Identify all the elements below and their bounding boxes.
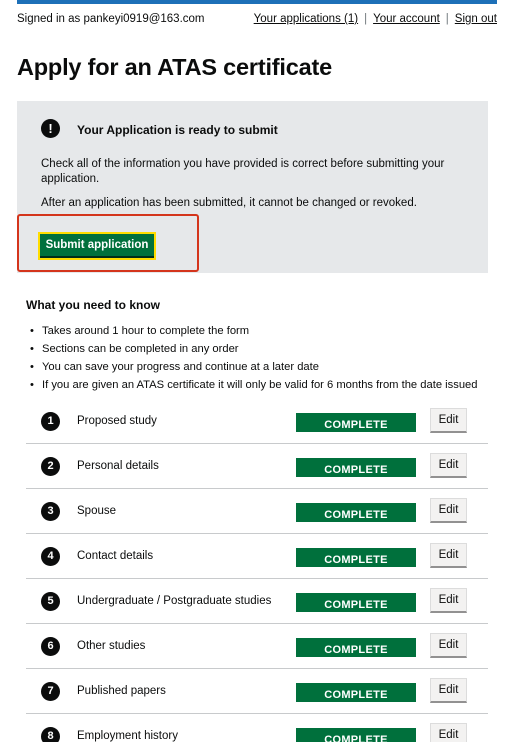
edit-button[interactable]: Edit (430, 633, 467, 658)
signed-in-text: Signed in as pankeyi0919@163.com (17, 13, 205, 25)
step-number: 8 (41, 727, 60, 742)
account-nav: Your applications (1) | Your account | S… (254, 13, 497, 25)
task-label: Spouse (77, 505, 117, 517)
task-row-proposed-study: 1 Proposed study COMPLETE Edit (26, 399, 488, 444)
nav-separator: | (364, 13, 368, 25)
brand-bar (17, 0, 497, 4)
task-label: Employment history (77, 730, 178, 742)
task-row-contact-details: 4 Contact details COMPLETE Edit (26, 534, 488, 579)
notice-warning-text: After an application has been submitted,… (41, 197, 417, 209)
task-label: Proposed study (77, 415, 157, 427)
task-row-personal-details: 2 Personal details COMPLETE Edit (26, 444, 488, 489)
task-row-other-studies: 6 Other studies COMPLETE Edit (26, 624, 488, 669)
notice-check-text: Check all of the information you have pr… (41, 158, 445, 185)
task-label: Contact details (77, 550, 154, 562)
page-title: Apply for an ATAS certificate (17, 54, 332, 80)
complete-status-tag: COMPLETE (296, 458, 416, 477)
edit-button[interactable]: Edit (430, 588, 467, 613)
task-row-studies: 5 Undergraduate / Postgraduate studies C… (26, 579, 488, 624)
complete-status-tag: COMPLETE (296, 683, 416, 702)
step-number: 6 (41, 637, 60, 656)
list-item: Takes around 1 hour to complete the form (30, 322, 478, 340)
task-label: Undergraduate / Postgraduate studies (77, 595, 272, 607)
what-you-need-heading: What you need to know (26, 298, 160, 312)
complete-status-tag: COMPLETE (296, 503, 416, 522)
task-row-published-papers: 7 Published papers COMPLETE Edit (26, 669, 488, 714)
edit-button[interactable]: Edit (430, 408, 467, 433)
your-account-link[interactable]: Your account (373, 13, 440, 25)
exclamation-icon: ! (41, 119, 60, 138)
list-item: Sections can be completed in any order (30, 340, 478, 358)
task-row-spouse: 3 Spouse COMPLETE Edit (26, 489, 488, 534)
notice-title: Your Application is ready to submit (77, 123, 278, 137)
submit-application-button[interactable]: Submit application (38, 232, 156, 260)
edit-button[interactable]: Edit (430, 498, 467, 523)
step-number: 1 (41, 412, 60, 431)
complete-status-tag: COMPLETE (296, 638, 416, 657)
complete-status-tag: COMPLETE (296, 593, 416, 612)
task-label: Other studies (77, 640, 146, 652)
sign-out-link[interactable]: Sign out (455, 13, 497, 25)
info-list: Takes around 1 hour to complete the form… (30, 322, 478, 394)
complete-status-tag: COMPLETE (296, 413, 416, 432)
edit-button[interactable]: Edit (430, 453, 467, 478)
step-number: 5 (41, 592, 60, 611)
complete-status-tag: COMPLETE (296, 728, 416, 742)
list-item: You can save your progress and continue … (30, 358, 478, 376)
step-number: 2 (41, 457, 60, 476)
your-applications-link[interactable]: Your applications (1) (254, 13, 358, 25)
edit-button[interactable]: Edit (430, 543, 467, 568)
step-number: 4 (41, 547, 60, 566)
ready-to-submit-panel: ! Your Application is ready to submit Ch… (17, 101, 488, 273)
task-list: 1 Proposed study COMPLETE Edit 2 Persona… (26, 399, 488, 742)
nav-separator: | (445, 13, 449, 25)
step-number: 7 (41, 682, 60, 701)
edit-button[interactable]: Edit (430, 723, 467, 742)
task-row-employment-history: 8 Employment history COMPLETE Edit (26, 714, 488, 742)
task-label: Personal details (77, 460, 159, 472)
step-number: 3 (41, 502, 60, 521)
edit-button[interactable]: Edit (430, 678, 467, 703)
task-label: Published papers (77, 685, 166, 697)
complete-status-tag: COMPLETE (296, 548, 416, 567)
list-item: If you are given an ATAS certificate it … (30, 376, 478, 394)
